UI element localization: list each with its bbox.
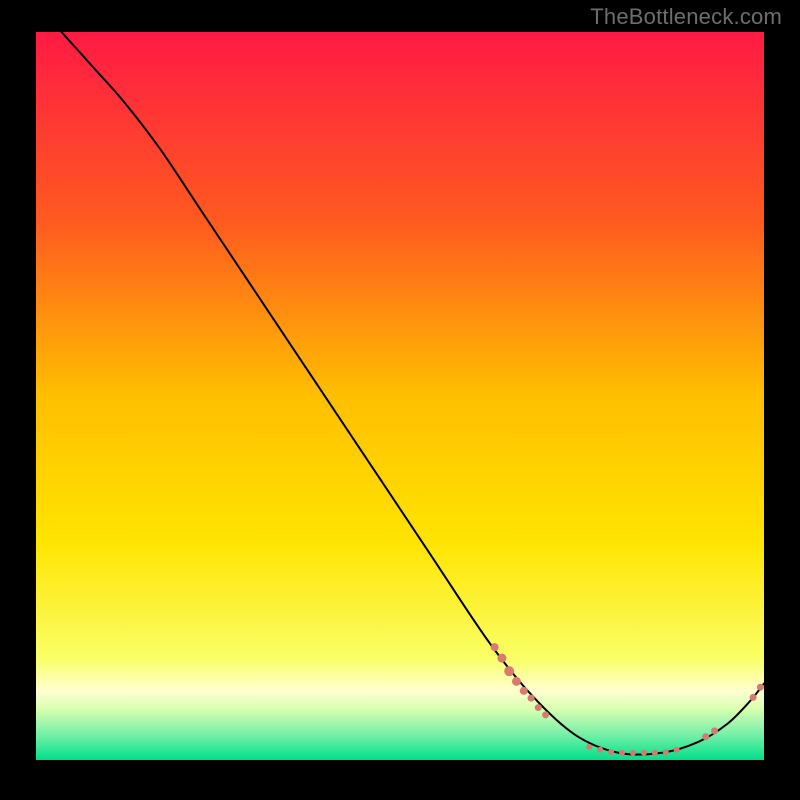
highlight-point	[608, 749, 614, 755]
highlight-point	[711, 727, 718, 734]
highlight-point	[663, 749, 669, 755]
highlight-point	[512, 677, 521, 686]
highlight-point	[702, 733, 709, 740]
highlight-point	[535, 704, 542, 711]
highlight-point	[652, 750, 658, 756]
highlight-point	[630, 750, 636, 756]
highlight-point	[757, 684, 764, 691]
highlight-point	[750, 694, 757, 701]
highlight-point	[586, 744, 592, 750]
highlight-point	[497, 654, 506, 663]
plot-area	[36, 32, 764, 760]
gradient-background	[36, 32, 764, 760]
highlight-point	[491, 643, 499, 651]
highlight-point	[520, 687, 528, 695]
highlight-point	[528, 695, 535, 702]
bottleneck-chart	[36, 32, 764, 760]
highlight-point	[504, 666, 514, 676]
chart-container: TheBottleneck.com	[0, 0, 800, 800]
highlight-point	[674, 747, 680, 753]
attribution-text: TheBottleneck.com	[590, 4, 782, 30]
highlight-point	[641, 750, 647, 756]
highlight-point	[619, 750, 625, 756]
highlight-point	[542, 711, 549, 718]
highlight-point	[597, 747, 603, 753]
